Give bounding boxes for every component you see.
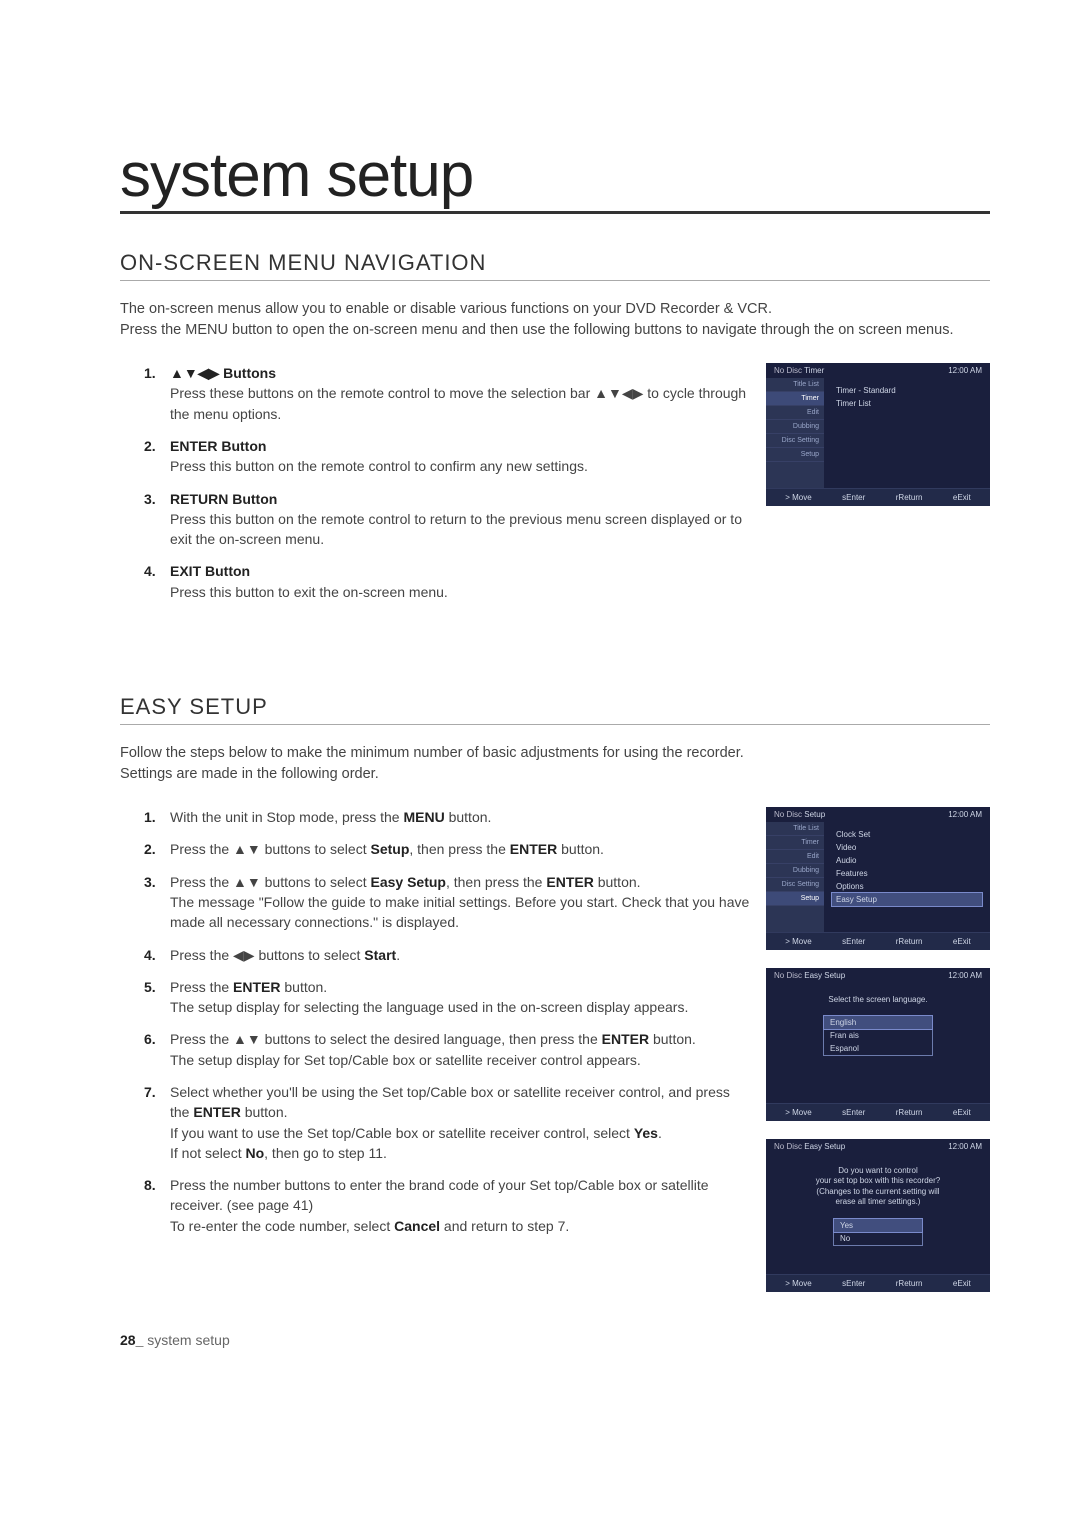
osd-hint-return: rReturn bbox=[896, 937, 923, 946]
navigation-button-list: 1.▲▼◀▶ ButtonsPress these buttons on the… bbox=[120, 363, 752, 602]
osd-menu-item: Timer List bbox=[832, 397, 982, 410]
osd-option: Espanol bbox=[824, 1042, 932, 1055]
osd-menu-item: Timer - Standard bbox=[832, 384, 982, 397]
osd-sidebar-item: Setup bbox=[766, 448, 824, 462]
osd-hint-return: rReturn bbox=[896, 1279, 923, 1288]
osd-prompt: Do you want to control your set top box … bbox=[816, 1166, 941, 1208]
osd-option: Yes bbox=[834, 1219, 922, 1232]
easy-setup-steps: 1.With the unit in Stop mode, press the … bbox=[120, 807, 752, 1236]
osd-menu-item: Features bbox=[832, 867, 982, 880]
osd-sidebar-item: Dubbing bbox=[766, 420, 824, 434]
list-item: 5.Press the ENTER button.The setup displ… bbox=[170, 977, 752, 1018]
osd-sidebar-item: Title List bbox=[766, 822, 824, 836]
list-item: 4.EXIT ButtonPress this button to exit t… bbox=[170, 561, 752, 602]
osd-sidebar-item: Disc Setting bbox=[766, 434, 824, 448]
osd-option: No bbox=[834, 1232, 922, 1245]
osd-menu-item: Audio bbox=[832, 854, 982, 867]
list-item: 8.Press the number buttons to enter the … bbox=[170, 1175, 752, 1236]
osd-sidebar-item: Timer bbox=[766, 836, 824, 850]
osd-screenshot-language: No Disc Easy Setup12:00 AM Select the sc… bbox=[766, 968, 990, 1121]
list-item: 7.Select whether you'll be using the Set… bbox=[170, 1082, 752, 1163]
osd-menu-item: Options bbox=[832, 880, 982, 893]
intro-text: Follow the steps below to make the minim… bbox=[120, 743, 990, 785]
osd-option: English bbox=[824, 1016, 932, 1029]
osd-menu-item: Video bbox=[832, 841, 982, 854]
intro-text: The on-screen menus allow you to enable … bbox=[120, 299, 990, 341]
osd-sidebar-item: Title List bbox=[766, 378, 824, 392]
osd-sidebar-item: Edit bbox=[766, 850, 824, 864]
osd-menu-item: Clock Set bbox=[832, 828, 982, 841]
osd-prompt: Select the screen language. bbox=[828, 995, 927, 1005]
list-item: 2.Press the ▲▼ buttons to select Setup, … bbox=[170, 839, 752, 859]
osd-screenshot-setup: No Disc Setup12:00 AM Title List Timer E… bbox=[766, 807, 990, 950]
osd-option: Fran ais bbox=[824, 1029, 932, 1042]
osd-hint-enter: sEnter bbox=[842, 1279, 865, 1288]
page-title: system setup bbox=[120, 140, 990, 214]
list-item: 4.Press the ◀▶ buttons to select Start. bbox=[170, 945, 752, 965]
osd-screenshot-control: No Disc Easy Setup12:00 AM Do you want t… bbox=[766, 1139, 990, 1292]
list-item: 3.RETURN ButtonPress this button on the … bbox=[170, 489, 752, 550]
osd-menu-item: Easy Setup bbox=[832, 893, 982, 906]
page-footer: 28_ system setup bbox=[120, 1332, 990, 1348]
osd-sidebar-item: Setup bbox=[766, 892, 824, 906]
osd-hint-exit: eExit bbox=[953, 1108, 971, 1117]
section-heading-easy-setup: EASY SETUP bbox=[120, 694, 990, 725]
osd-hint-enter: sEnter bbox=[842, 1108, 865, 1117]
section-heading-navigation: ON-SCREEN MENU NAVIGATION bbox=[120, 250, 990, 281]
osd-sidebar-item: Disc Setting bbox=[766, 878, 824, 892]
osd-hint-exit: eExit bbox=[953, 493, 971, 502]
osd-hint-enter: sEnter bbox=[842, 937, 865, 946]
list-item: 6.Press the ▲▼ buttons to select the des… bbox=[170, 1029, 752, 1070]
osd-hint-return: rReturn bbox=[896, 1108, 923, 1117]
osd-hint-move: > Move bbox=[785, 1108, 811, 1117]
osd-screenshot-timer: No Disc Timer12:00 AM Title List Timer E… bbox=[766, 363, 990, 506]
osd-sidebar-item: Edit bbox=[766, 406, 824, 420]
osd-hint-exit: eExit bbox=[953, 1279, 971, 1288]
footer-label: system setup bbox=[143, 1332, 229, 1348]
osd-sidebar-item: Timer bbox=[766, 392, 824, 406]
osd-sidebar-item: Dubbing bbox=[766, 864, 824, 878]
osd-hint-enter: sEnter bbox=[842, 493, 865, 502]
osd-hint-move: > Move bbox=[785, 493, 811, 502]
osd-hint-move: > Move bbox=[785, 937, 811, 946]
osd-hint-move: > Move bbox=[785, 1279, 811, 1288]
list-item: 3.Press the ▲▼ buttons to select Easy Se… bbox=[170, 872, 752, 933]
osd-hint-return: rReturn bbox=[896, 493, 923, 502]
list-item: 1.▲▼◀▶ ButtonsPress these buttons on the… bbox=[170, 363, 752, 424]
list-item: 2.ENTER ButtonPress this button on the r… bbox=[170, 436, 752, 477]
osd-hint-exit: eExit bbox=[953, 937, 971, 946]
page-number: 28_ bbox=[120, 1332, 143, 1348]
list-item: 1.With the unit in Stop mode, press the … bbox=[170, 807, 752, 827]
